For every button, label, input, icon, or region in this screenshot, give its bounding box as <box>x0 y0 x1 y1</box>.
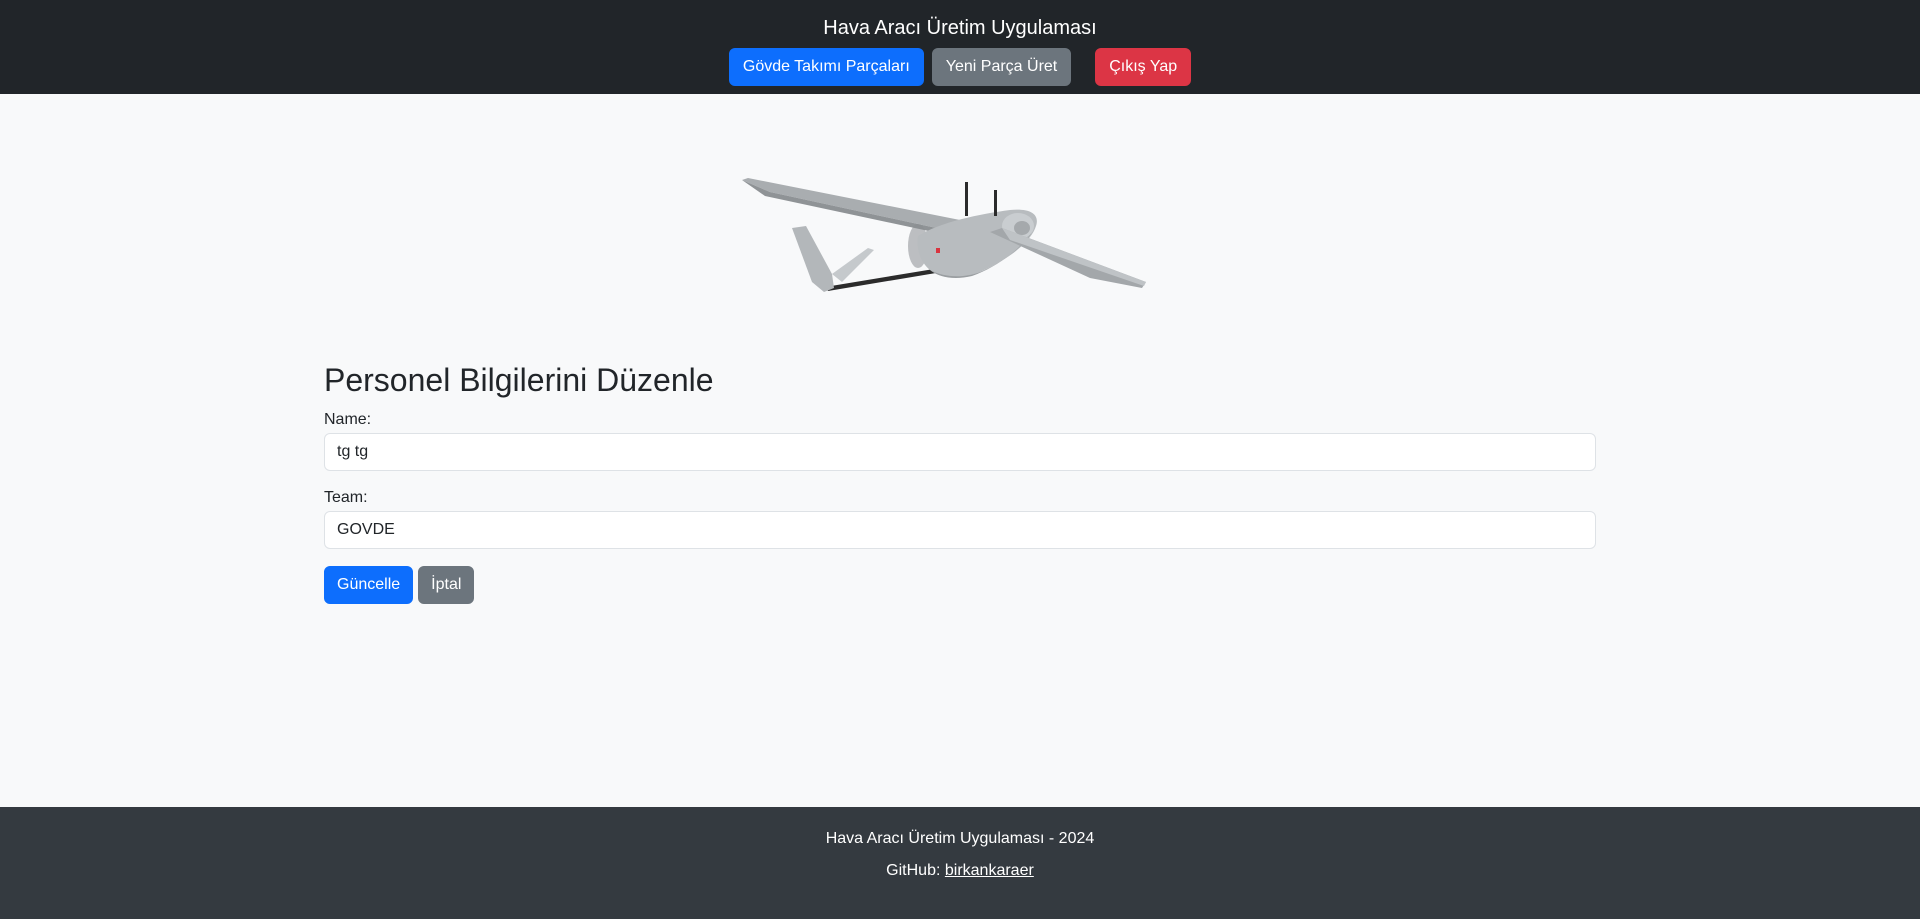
logout-button[interactable]: Çıkış Yap <box>1095 48 1192 86</box>
drone-image <box>740 170 1150 300</box>
github-link[interactable]: birkankaraer <box>945 862 1034 879</box>
nav-buttons: Gövde Takımı Parçaları Yeni Parça Üret Ç… <box>0 48 1920 86</box>
update-button[interactable]: Güncelle <box>324 566 414 604</box>
cancel-button[interactable]: İptal <box>418 566 475 604</box>
name-label: Name: <box>324 411 372 428</box>
navbar: Hava Aracı Üretim Uygulaması Gövde Takım… <box>0 0 1920 94</box>
footer-copyright: Hava Aracı Üretim Uygulaması - 2024 <box>825 830 1095 847</box>
edit-personnel-form: Personel Bilgilerini Düzenle Name: Team:… <box>324 360 1596 604</box>
app-title: Hava Aracı Üretim Uygulaması <box>823 17 1097 39</box>
github-prefix: GitHub: <box>886 862 941 879</box>
govde-parts-button[interactable]: Gövde Takımı Parçaları <box>728 48 924 86</box>
name-input[interactable] <box>324 433 1596 471</box>
footer: Hava Aracı Üretim Uygulaması - 2024 GitH… <box>0 807 1920 919</box>
form-actions: Güncelle İptal <box>324 566 1596 604</box>
team-label: Team: <box>324 489 368 506</box>
new-part-button[interactable]: Yeni Parça Üret <box>931 48 1072 86</box>
footer-github: GitHub: birkankaraer <box>0 861 1920 881</box>
team-input[interactable] <box>324 511 1596 549</box>
page-title: Personel Bilgilerini Düzenle <box>324 362 714 398</box>
